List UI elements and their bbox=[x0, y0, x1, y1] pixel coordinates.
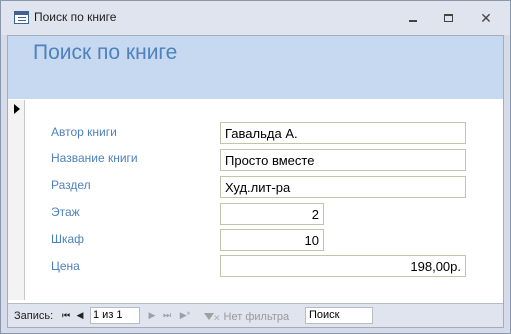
minimize-icon bbox=[409, 20, 417, 22]
filter-label: Нет фильтра bbox=[223, 310, 290, 323]
filter-toggle[interactable]: ✕ Нет фильтра bbox=[204, 309, 289, 324]
first-record-button[interactable]: ⏮ bbox=[60, 309, 72, 322]
new-record-button[interactable]: ▶* bbox=[177, 309, 193, 322]
previous-record-button[interactable]: ◀ bbox=[74, 309, 86, 322]
shelf-label: Шкаф bbox=[51, 232, 85, 246]
form-body: Поиск по книге Автор книги Гавальда А. Н… bbox=[7, 35, 504, 328]
form-icon[interactable] bbox=[14, 11, 29, 24]
record-position-input[interactable]: 1 из 1 bbox=[90, 307, 140, 324]
filter-icon bbox=[204, 313, 214, 320]
next-record-button[interactable]: ▶ bbox=[146, 309, 158, 322]
floor-label: Этаж bbox=[51, 205, 80, 219]
record-navigation-bar: Запись: ⏮ ◀ 1 из 1 ▶ ⏭ ▶* ✕ Нет фильтра … bbox=[8, 303, 503, 327]
no-filter-x-icon: ✕ bbox=[213, 313, 221, 323]
maximize-button[interactable] bbox=[438, 9, 458, 27]
author-field[interactable]: Гавальда А. bbox=[220, 122, 466, 144]
form-window: Поиск по книге ✕ Поиск по книге Автор кн… bbox=[0, 0, 511, 334]
form-title: Поиск по книге bbox=[33, 41, 178, 64]
price-field[interactable]: 198,00р. bbox=[220, 255, 466, 277]
author-label: Автор книги bbox=[51, 125, 117, 139]
floor-field[interactable]: 2 bbox=[220, 203, 324, 225]
record-label: Запись: bbox=[14, 310, 54, 322]
section-field[interactable]: Худ.лит-ра bbox=[220, 176, 466, 198]
record-selector[interactable] bbox=[8, 100, 25, 300]
book-title-field[interactable]: Просто вместе bbox=[220, 149, 466, 171]
window-title: Поиск по книге bbox=[34, 10, 117, 24]
price-label: Цена bbox=[51, 259, 80, 273]
current-record-arrow-icon bbox=[14, 104, 20, 114]
close-button[interactable]: ✕ bbox=[476, 9, 496, 27]
shelf-field[interactable]: 10 bbox=[220, 229, 324, 251]
last-record-button[interactable]: ⏭ bbox=[161, 309, 173, 322]
section-label: Раздел bbox=[51, 178, 91, 192]
title-label: Название книги bbox=[51, 151, 138, 165]
title-bar[interactable]: Поиск по книге ✕ bbox=[1, 1, 510, 35]
form-header: Поиск по книге bbox=[8, 36, 503, 99]
minimize-button[interactable] bbox=[403, 9, 423, 27]
search-input[interactable]: Поиск bbox=[305, 307, 373, 324]
maximize-icon bbox=[443, 14, 453, 22]
